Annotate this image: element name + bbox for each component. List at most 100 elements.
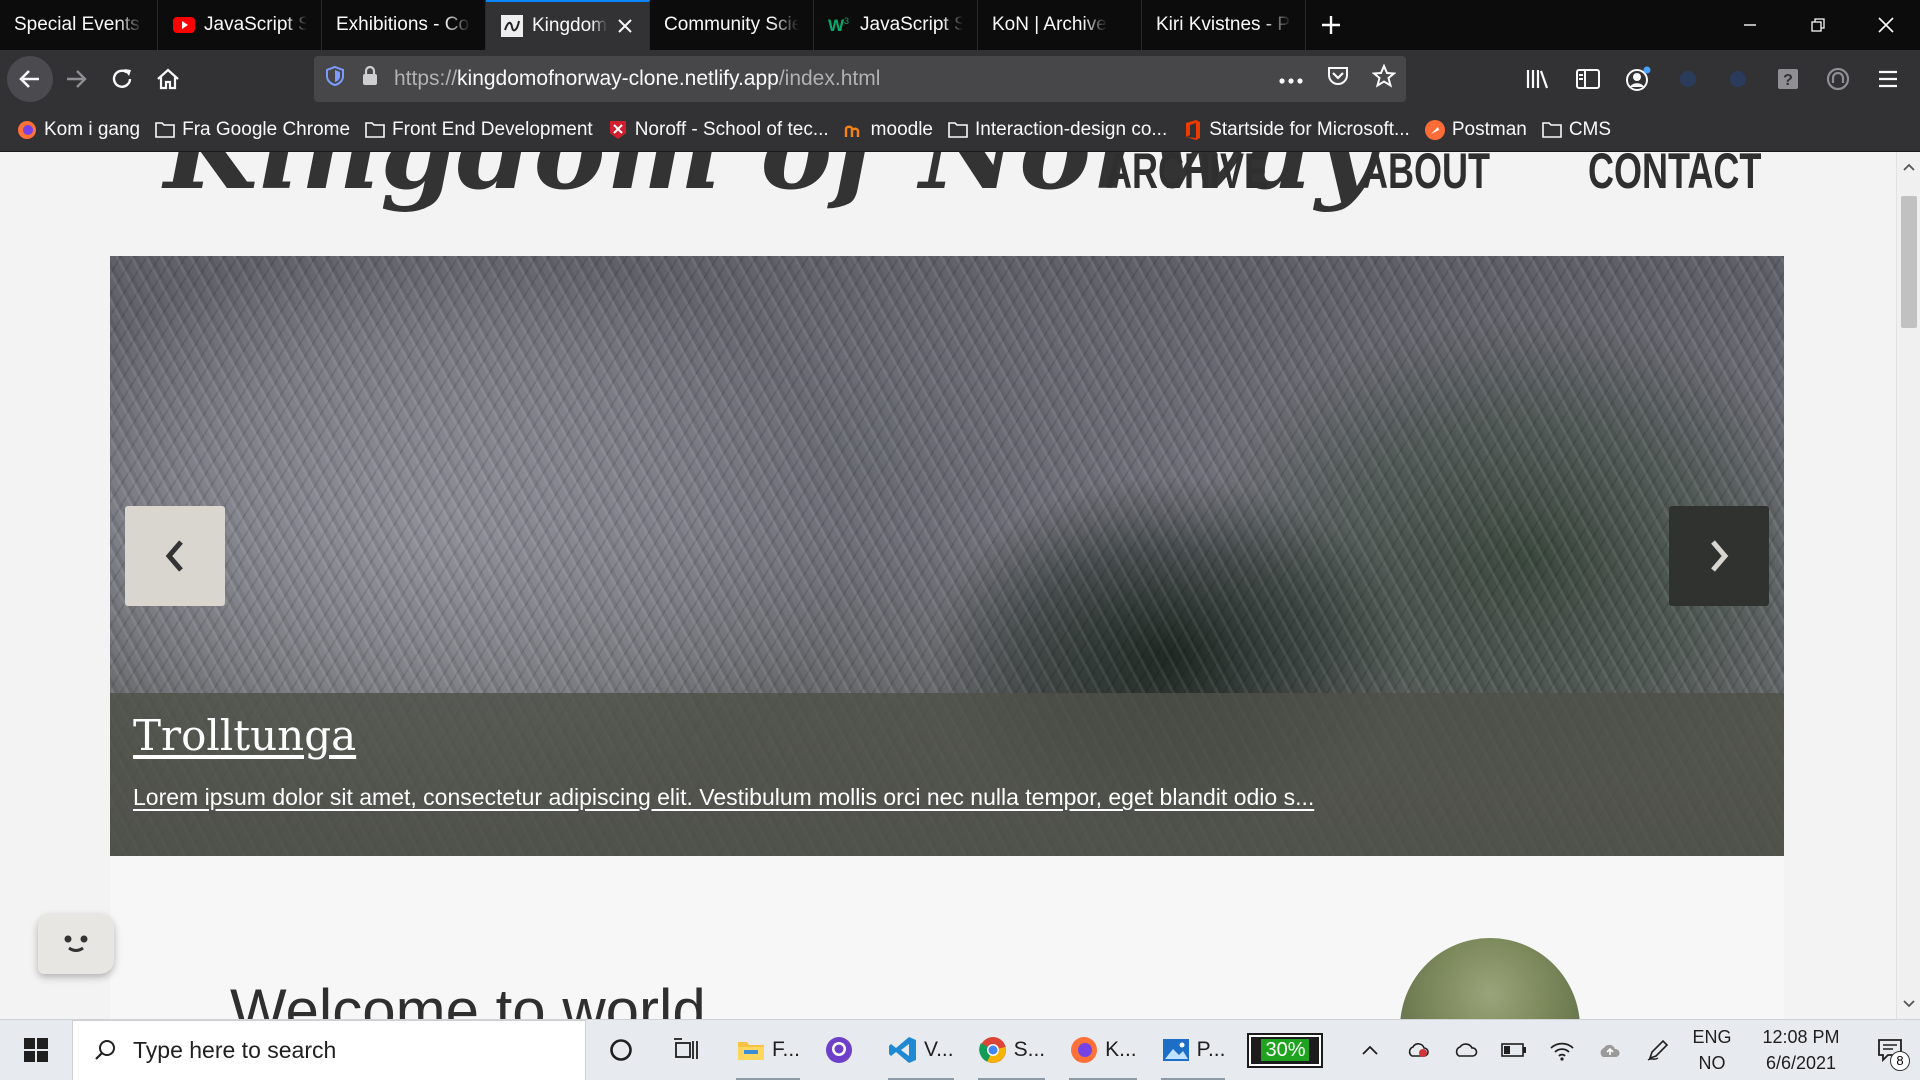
minimize-button[interactable] — [1716, 0, 1784, 50]
back-button[interactable] — [7, 56, 53, 102]
system-tray: ENG NO 12:08 PM 6/6/2021 8 — [1346, 1020, 1920, 1080]
clock-time: 12:08 PM — [1762, 1027, 1840, 1047]
bookmark-fra-google-chrome[interactable]: Fra Google Chrome — [154, 119, 350, 141]
taskbar-app-vscode[interactable]: V... — [878, 1020, 964, 1080]
tab-portfolio[interactable]: Kiri Kvistnes - Portfoli — [1142, 0, 1306, 50]
taskbar-app-github-desktop[interactable] — [814, 1020, 874, 1080]
scroll-thumb[interactable] — [1901, 196, 1917, 328]
cortana-button[interactable] — [598, 1020, 658, 1080]
taskbar-app-chrome[interactable]: S... — [968, 1020, 1056, 1080]
nav-link-archive[interactable]: ARCHIVE — [1106, 152, 1268, 200]
home-button[interactable] — [145, 56, 191, 102]
new-tab-button[interactable] — [1306, 0, 1356, 50]
bookmark-microsoft-office[interactable]: Startside for Microsoft... — [1181, 119, 1410, 141]
pocket-icon[interactable] — [1326, 64, 1350, 94]
input-language[interactable]: ENG NO — [1682, 1024, 1742, 1076]
bookmark-front-end-development[interactable]: Front End Development — [364, 119, 593, 141]
address-bar[interactable]: https://kingdomofnorway-clone.netlify.ap… — [314, 56, 1406, 102]
scroll-down-arrow[interactable] — [1897, 993, 1920, 1015]
bookmark-cms[interactable]: CMS — [1541, 119, 1611, 141]
site-favicon-icon — [500, 14, 524, 38]
taskbar-app-label: S... — [1013, 1038, 1046, 1061]
bookmark-label: moodle — [870, 118, 933, 140]
page-viewport: Kingdom of Norway ARCHIVE ABOUT CONTACT … — [0, 152, 1896, 1019]
bookmark-kom-i-gang[interactable]: Kom i gang — [16, 119, 140, 141]
tab-label: Exhibitions - Commu — [336, 14, 471, 35]
tray-app-button[interactable] — [1394, 1020, 1442, 1080]
tab-kingdom-of-norway[interactable]: Kingdom of N — [486, 0, 650, 50]
tab-community-science[interactable]: Community Science M — [650, 0, 814, 50]
url-host: kingdomofnorway-clone.netlify.app — [457, 67, 779, 90]
nav-link-about[interactable]: ABOUT — [1362, 152, 1490, 200]
chrome-icon — [978, 1037, 1006, 1063]
forward-button[interactable] — [53, 56, 99, 102]
start-button[interactable] — [0, 1020, 72, 1080]
office-icon — [1181, 119, 1203, 141]
reload-icon — [112, 69, 132, 88]
carousel-text-link[interactable]: Lorem ipsum dolor sit amet, consectetur … — [133, 784, 1761, 811]
page-actions-icon[interactable] — [1278, 67, 1304, 91]
extension-icon — [1680, 71, 1696, 87]
moodle-icon — [843, 119, 865, 141]
bookmark-postman[interactable]: Postman — [1424, 119, 1527, 141]
battery-button[interactable] — [1490, 1020, 1538, 1080]
photos-icon — [1162, 1039, 1189, 1061]
taskbar-app-photos[interactable]: P... — [1151, 1020, 1236, 1080]
cloud-upload-icon — [1600, 1044, 1620, 1057]
taskbar-search-box[interactable]: Type here to search — [72, 1019, 586, 1080]
page-scrollbar[interactable] — [1896, 152, 1920, 1019]
nav-link-contact[interactable]: CONTACT — [1588, 152, 1761, 200]
scroll-up-arrow[interactable] — [1897, 156, 1920, 178]
tab-kon-archive[interactable]: KoN | Archive — [978, 0, 1142, 50]
tab-javascript-string[interactable]: W3 JavaScript String — [814, 0, 978, 50]
bookmark-label: Interaction-design co... — [975, 118, 1168, 140]
onedrive-button[interactable] — [1442, 1020, 1490, 1080]
action-center-button[interactable]: 8 — [1860, 1020, 1920, 1080]
taskbar-app-file-explorer[interactable]: F... — [726, 1020, 810, 1080]
show-hidden-icons-button[interactable] — [1346, 1020, 1394, 1080]
account-button[interactable] — [1620, 61, 1656, 97]
tab-label: Special Events and Ex — [14, 14, 143, 35]
extension-button-2[interactable] — [1720, 61, 1756, 97]
tracking-protection-icon[interactable] — [324, 65, 346, 93]
pen-button[interactable] — [1634, 1020, 1682, 1080]
tab-special-events[interactable]: Special Events and Ex — [0, 0, 158, 50]
vpn-extension-button[interactable] — [1820, 61, 1856, 97]
chat-widget-button[interactable] — [38, 914, 114, 974]
navigation-toolbar: https://kingdomofnorway-clone.netlify.ap… — [0, 50, 1920, 108]
bookmark-interaction-design[interactable]: Interaction-design co... — [947, 119, 1167, 141]
lock-icon[interactable] — [360, 65, 380, 93]
bookmark-label: CMS — [1568, 118, 1612, 140]
bookmark-moodle[interactable]: moodle — [843, 119, 933, 141]
windows-logo-icon — [24, 1038, 48, 1062]
svg-text:3: 3 — [844, 16, 849, 26]
sidebar-button[interactable] — [1570, 61, 1606, 97]
bookmark-label: Fra Google Chrome — [182, 118, 351, 140]
reload-button[interactable] — [99, 56, 145, 102]
carousel-title-link[interactable]: Trolltunga — [133, 711, 356, 760]
taskbar-app-battery-monitor[interactable]: 30% — [1239, 1020, 1331, 1080]
extension-button-1[interactable] — [1670, 61, 1706, 97]
task-view-button[interactable] — [662, 1020, 722, 1080]
close-tab-icon[interactable] — [615, 16, 635, 36]
tab-bar: Special Events and Ex JavaScript Search … — [0, 0, 1920, 50]
taskbar-apps: F... V... S... K... P... 30% — [598, 1020, 1331, 1080]
menu-button[interactable] — [1870, 61, 1906, 97]
carousel-next-button[interactable] — [1669, 506, 1769, 606]
wifi-button[interactable] — [1538, 1020, 1586, 1080]
close-window-button[interactable] — [1852, 0, 1920, 50]
taskbar-app-label: F... — [772, 1038, 801, 1061]
bookmark-star-icon[interactable] — [1371, 63, 1397, 94]
help-extension-button[interactable]: ? — [1770, 61, 1806, 97]
url-text[interactable]: https://kingdomofnorway-clone.netlify.ap… — [394, 67, 880, 91]
tab-exhibitions[interactable]: Exhibitions - Commu — [322, 0, 486, 50]
clock[interactable]: 12:08 PM 6/6/2021 — [1742, 1024, 1860, 1076]
restore-button[interactable] — [1784, 0, 1852, 50]
tab-javascript-search[interactable]: JavaScript Search — [158, 0, 322, 50]
upload-button[interactable] — [1586, 1020, 1634, 1080]
bookmark-noroff[interactable]: Noroff - School of tec... — [607, 119, 829, 141]
battery-icon — [1501, 1043, 1526, 1057]
carousel-prev-button[interactable] — [125, 506, 225, 606]
library-button[interactable] — [1520, 61, 1556, 97]
taskbar-app-firefox[interactable]: K... — [1059, 1020, 1147, 1080]
